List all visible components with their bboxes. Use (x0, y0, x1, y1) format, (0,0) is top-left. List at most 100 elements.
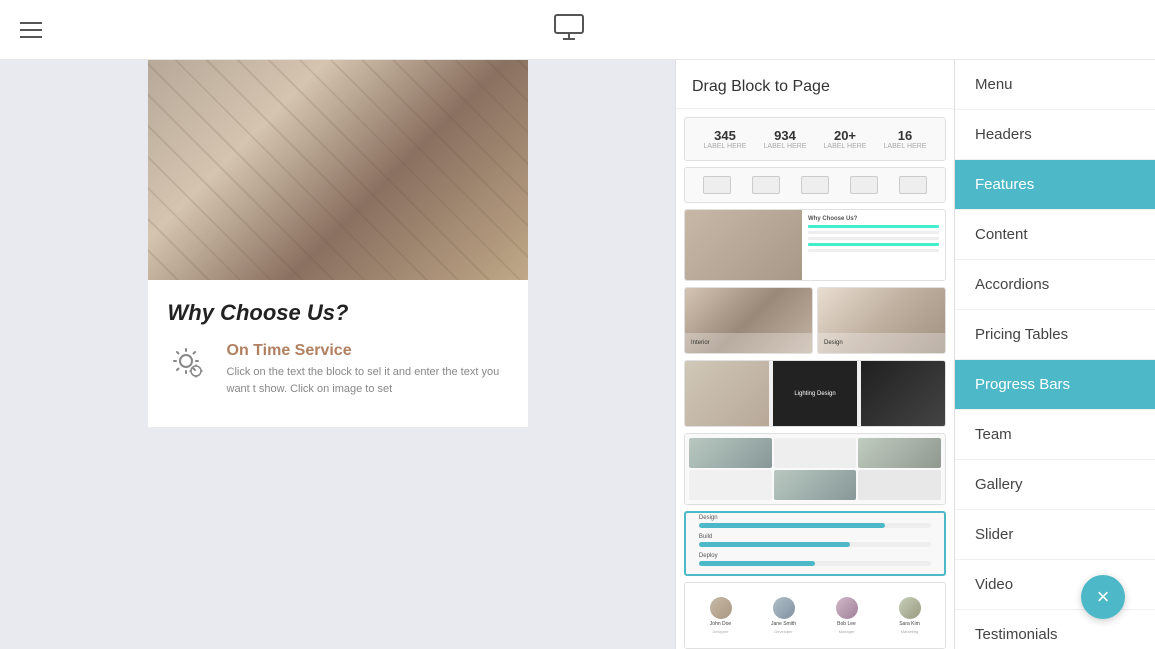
multi-cell-5 (774, 470, 857, 500)
features-title-preview: Why Choose Us? (808, 216, 939, 222)
team-avatar-2 (773, 597, 795, 619)
nav-label-testimonials: Testimonials (975, 626, 1058, 643)
nav-item-testimonials[interactable]: Testimonials (955, 610, 1155, 649)
features-thumbnail[interactable]: Why Choose Us? (684, 209, 946, 281)
nav-item-headers[interactable]: Headers (955, 110, 1155, 160)
pb-track-1 (699, 523, 931, 528)
features-line-1 (808, 225, 939, 228)
page-content: Why Choose Us? On Time Service Click on … (148, 60, 528, 427)
thumb-stats[interactable]: 345 LABEL HERE 934 LABEL HERE 20+ LABEL … (684, 117, 946, 161)
progress-bars-preview: Design Build Deploy (699, 515, 931, 572)
lighting-block-preview: Lighting Design (685, 361, 945, 426)
page-preview: Why Choose Us? On Time Service Click on … (0, 60, 675, 649)
pb-row-2: Build (699, 534, 931, 547)
why-choose-section: Why Choose Us? On Time Service Click on … (148, 280, 528, 427)
nav-item-slider[interactable]: Slider (955, 510, 1155, 560)
lighting-inner: Lighting Design (685, 361, 945, 426)
nav-item-accordions[interactable]: Accordions (955, 260, 1155, 310)
nav-item-content[interactable]: Content (955, 210, 1155, 260)
pb-track-2 (699, 542, 931, 547)
thumb-multi[interactable] (684, 433, 946, 505)
stat-1-label: LABEL HERE (704, 143, 747, 150)
block-thumbnails-list[interactable]: 345 LABEL HERE 934 LABEL HERE 20+ LABEL … (676, 109, 954, 649)
nav-item-features[interactable]: Features (955, 160, 1155, 210)
staircase-image (148, 60, 528, 280)
features-line-4 (808, 243, 939, 246)
team-member-4: Sara Kim Marketing (880, 597, 939, 634)
feature-1-content: On Time Service Click on the text the bl… (227, 342, 508, 397)
hamburger-menu-icon[interactable] (20, 22, 42, 38)
pb-fill-3 (699, 561, 815, 566)
close-button[interactable]: × (1081, 575, 1125, 619)
logos-thumbnail[interactable] (684, 167, 946, 203)
multi-cell-1 (689, 438, 772, 468)
nav-label-accordions: Accordions (975, 276, 1049, 293)
features-image (685, 210, 802, 280)
nav-item-menu[interactable]: Menu (955, 60, 1155, 110)
team-role-4: Marketing (901, 629, 919, 634)
nav-panel: Menu Headers Features Content Accordions… (955, 60, 1155, 649)
features-block-preview: Why Choose Us? (685, 210, 945, 280)
stat-1: 345 LABEL HERE (704, 128, 747, 150)
lighting-image-left (685, 361, 769, 426)
stat-2-number: 934 (764, 128, 807, 143)
nav-label-team: Team (975, 426, 1012, 443)
team-name-3: Bob Lee (837, 621, 856, 627)
nav-label-headers: Headers (975, 126, 1032, 143)
nav-label-content: Content (975, 226, 1028, 243)
nav-item-pricing-tables[interactable]: Pricing Tables (955, 310, 1155, 360)
stat-4: 16 LABEL HERE (884, 128, 927, 150)
nav-item-progress-bars[interactable]: Progress Bars (955, 360, 1155, 410)
multi-cell-2 (774, 438, 857, 468)
main-layout: Why Choose Us? On Time Service Click on … (0, 60, 1155, 649)
thumb-half-row-1: Interior Design (684, 287, 946, 354)
multi-block-preview (685, 434, 945, 504)
monitor-icon[interactable] (553, 11, 585, 48)
interior-right-overlay: Design (818, 333, 945, 353)
thumb-progress-bars[interactable]: Design Build Deploy (684, 511, 946, 576)
lighting-text: Lighting Design (773, 361, 857, 426)
team-name-1: John Doe (710, 621, 731, 627)
thumb-logos[interactable] (684, 167, 946, 203)
team-name-2: Jane Smith (771, 621, 796, 627)
nav-item-gallery[interactable]: Gallery (955, 460, 1155, 510)
stat-4-number: 16 (884, 128, 927, 143)
pb-label-2: Build (699, 534, 931, 540)
interior-left-thumbnail[interactable]: Interior (684, 287, 813, 354)
features-line-3 (808, 237, 939, 240)
nav-label-progress-bars: Progress Bars (975, 376, 1070, 393)
logo-1 (703, 176, 731, 194)
nav-item-team[interactable]: Team (955, 410, 1155, 460)
interior-overlay: Interior (685, 333, 812, 353)
multi-thumbnail[interactable] (684, 433, 946, 505)
team-role-1: Designer (712, 629, 728, 634)
nav-label-menu: Menu (975, 76, 1013, 93)
features-line-5 (808, 249, 939, 252)
pb-fill-2 (699, 542, 850, 547)
thumb-team[interactable]: John Doe Designer Jane Smith Developer B… (684, 582, 946, 649)
pb-fill-1 (699, 523, 885, 528)
team-avatar-3 (836, 597, 858, 619)
team-avatar-1 (710, 597, 732, 619)
logo-2 (752, 176, 780, 194)
stats-thumbnail[interactable]: 345 LABEL HERE 934 LABEL HERE 20+ LABEL … (684, 117, 946, 161)
stat-3: 20+ LABEL HERE (824, 128, 867, 150)
team-member-1: John Doe Designer (691, 597, 750, 634)
team-block-preview: John Doe Designer Jane Smith Developer B… (685, 583, 945, 648)
nav-label-pricing-tables: Pricing Tables (975, 326, 1068, 343)
nav-label-gallery: Gallery (975, 476, 1023, 493)
nav-item-video[interactable]: Video (955, 560, 1155, 610)
progress-bars-thumbnail[interactable]: Design Build Deploy (684, 511, 946, 576)
feature-1-desc: Click on the text the block to sel it an… (227, 364, 508, 397)
interior-right-thumbnail[interactable]: Design (817, 287, 946, 354)
thumb-features[interactable]: Why Choose Us? (684, 209, 946, 281)
team-thumbnail[interactable]: John Doe Designer Jane Smith Developer B… (684, 582, 946, 649)
multi-cell-6 (858, 470, 941, 500)
lighting-thumbnail[interactable]: Lighting Design (684, 360, 946, 427)
gear-icon (168, 342, 213, 387)
stat-2-label: LABEL HERE (764, 143, 807, 150)
lighting-image-right (861, 361, 945, 426)
feature-item-1: On Time Service Click on the text the bl… (168, 342, 508, 397)
thumb-lighting[interactable]: Lighting Design (684, 360, 946, 427)
features-text: Why Choose Us? (802, 210, 945, 280)
